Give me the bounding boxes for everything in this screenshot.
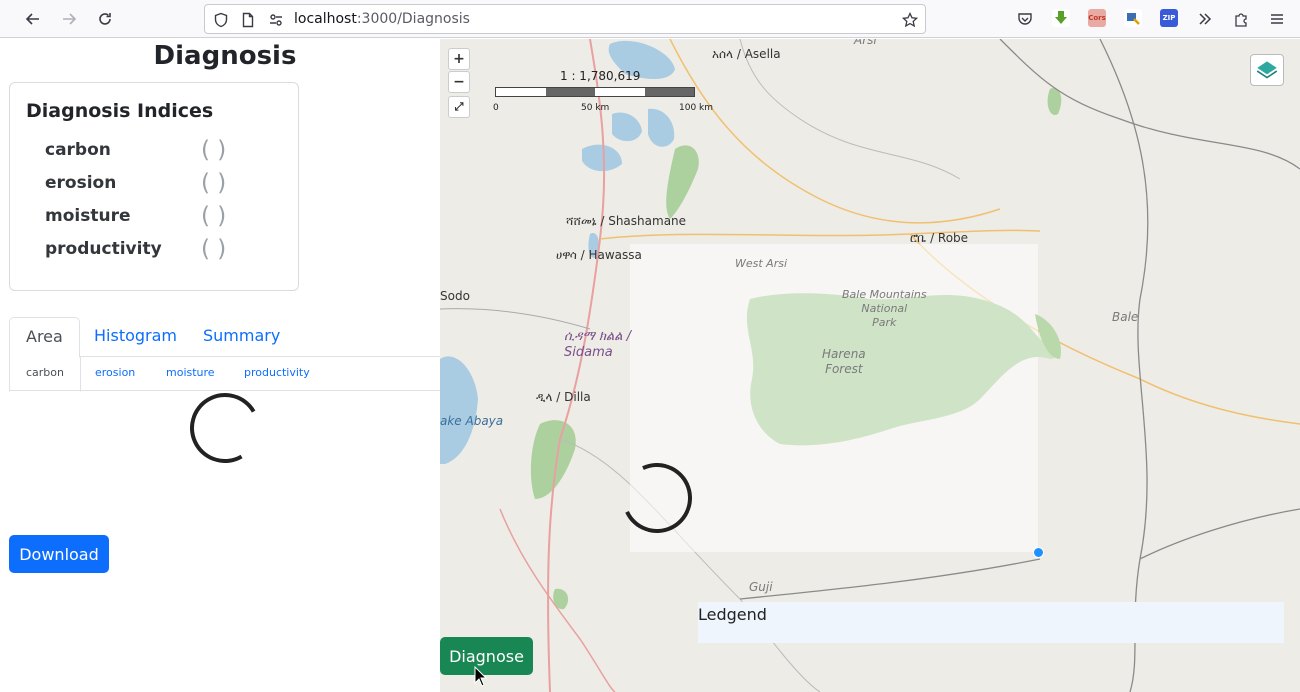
index-value: ( ) [201, 236, 227, 262]
back-icon[interactable] [20, 6, 46, 32]
index-row-carbon: carbon ( ) [45, 137, 265, 164]
forward-icon[interactable] [56, 6, 82, 32]
pocket-icon[interactable] [1012, 6, 1038, 32]
map-tiles [440, 39, 1300, 692]
index-label: moisture [45, 206, 131, 226]
url-path: :3000/Diagnosis [356, 11, 470, 27]
index-value: ( ) [201, 203, 227, 229]
place-robe: ሮቤ / Robe [910, 231, 969, 245]
result-tabs: Area Histogram Summary [9, 317, 440, 358]
place-west-arsi: West Arsi [735, 257, 788, 270]
scale-bar [495, 87, 695, 97]
place-asella: አሰላ / Asella [712, 47, 781, 61]
place-hawassa: ሀዋሳ / Hawassa [556, 248, 642, 262]
index-row-moisture: moisture ( ) [45, 203, 265, 230]
url-bar[interactable]: localhost:3000/Diagnosis [204, 4, 926, 34]
indices-title: Diagnosis Indices [26, 100, 214, 122]
mouse-cursor-icon [474, 666, 488, 687]
download-button[interactable]: Download [9, 535, 109, 573]
page-title: Diagnosis [153, 41, 297, 71]
loading-spinner [182, 385, 268, 471]
shovel-extension-icon[interactable] [1124, 9, 1142, 27]
subtab-moisture[interactable]: moisture [150, 357, 231, 391]
page-icon[interactable] [239, 11, 257, 29]
map-point-marker[interactable] [1033, 547, 1044, 558]
scale-label: 100 km [679, 103, 714, 113]
place-harena-forest: Harena Forest [822, 347, 866, 376]
zoom-in-button[interactable]: + [448, 48, 470, 70]
tab-summary[interactable]: Summary [187, 317, 296, 357]
place-bale: Bale [1112, 310, 1139, 324]
index-label: productivity [45, 239, 162, 259]
place-sodo: Sodo [440, 289, 470, 303]
reload-icon[interactable] [92, 6, 118, 32]
place-sidama: ሲዳማ ክልል / Sidama [564, 329, 631, 360]
overflow-chevrons-icon[interactable] [1192, 6, 1218, 32]
cors-extension-icon[interactable]: Cors [1088, 9, 1106, 27]
place-shashamane: ሻሸመኔ / Shashamane [566, 214, 687, 228]
legend-title: Ledgend [698, 605, 767, 624]
download-extension-icon[interactable] [1052, 9, 1070, 27]
menu-icon[interactable] [1264, 6, 1290, 32]
layer-switcher-button[interactable] [1250, 54, 1284, 86]
map-view[interactable]: + − ⤢ 1 : 1,780,619 0 50 km 100 km አሰላ /… [440, 39, 1300, 692]
tab-area[interactable]: Area [9, 317, 80, 358]
url-text[interactable]: localhost:3000/Diagnosis [294, 11, 470, 27]
bookmark-star-icon[interactable] [901, 11, 919, 29]
permissions-icon[interactable] [267, 11, 285, 29]
tab-histogram[interactable]: Histogram [78, 317, 193, 357]
layers-icon [1256, 61, 1278, 79]
index-label: carbon [45, 140, 111, 160]
legend-panel: Ledgend [698, 602, 1284, 643]
diagnosis-panel: Diagnosis Diagnosis Indices carbon ( ) e… [0, 39, 440, 692]
zoom-out-button[interactable]: − [448, 71, 470, 93]
scale-label: 50 km [581, 103, 610, 113]
index-row-productivity: productivity ( ) [45, 236, 265, 263]
diagnosis-indices-card: Diagnosis Indices carbon ( ) erosion ( )… [9, 82, 299, 291]
place-bale-mountains: Bale Mountains National Park [842, 288, 927, 329]
place-guji: Guji [749, 580, 773, 594]
index-row-erosion: erosion ( ) [45, 170, 265, 197]
fullscreen-button[interactable]: ⤢ [448, 96, 470, 118]
zip-extension-icon[interactable]: ZIP [1160, 9, 1178, 27]
scale-ratio: 1 : 1,780,619 [560, 69, 641, 83]
place-lake-abaya: ake Abaya [440, 414, 504, 428]
shield-icon[interactable] [212, 11, 230, 29]
browser-toolbar: localhost:3000/Diagnosis Cors ZIP [0, 0, 1300, 38]
index-label: erosion [45, 173, 117, 193]
index-value: ( ) [201, 170, 227, 196]
subtab-carbon[interactable]: carbon [9, 357, 81, 392]
place-dilla: ዲላ / Dilla [536, 390, 591, 404]
subtab-productivity[interactable]: productivity [228, 357, 326, 391]
scale-label: 0 [493, 103, 499, 113]
subtab-erosion[interactable]: erosion [79, 357, 151, 391]
index-subtabs: carbon erosion moisture productivity [9, 357, 440, 392]
place-arsi: Arsi [854, 39, 877, 47]
index-value: ( ) [201, 137, 227, 163]
url-host: localhost [294, 11, 357, 27]
extensions-puzzle-icon[interactable] [1228, 6, 1254, 32]
